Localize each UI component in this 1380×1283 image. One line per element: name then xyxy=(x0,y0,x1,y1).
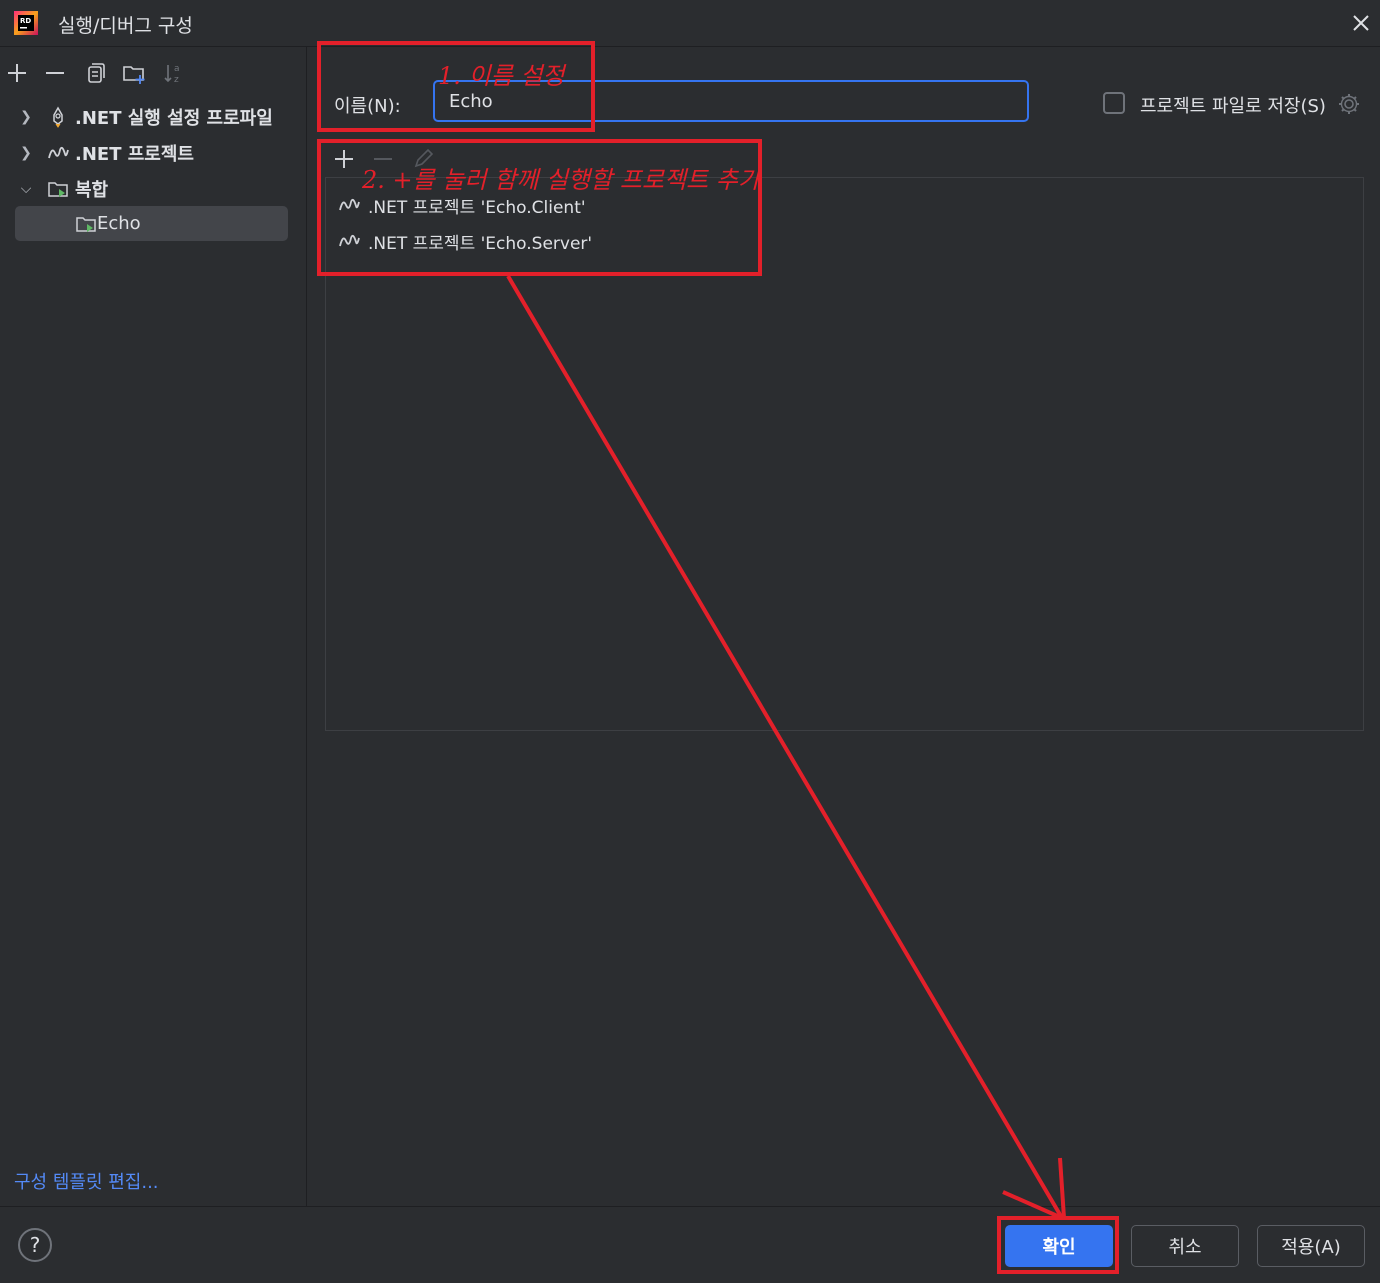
tree-item-dotnet-project[interactable]: ❯ .NET 프로젝트 xyxy=(15,135,288,171)
svg-text:z: z xyxy=(174,75,179,85)
logo-text: RD xyxy=(20,17,31,25)
remove-icon[interactable] xyxy=(42,60,68,86)
tree-item-compound[interactable]: ⌵ 복합 xyxy=(15,171,288,207)
store-as-project-file-checkbox[interactable] xyxy=(1103,92,1125,114)
help-button[interactable]: ? xyxy=(18,1228,52,1262)
svg-text:a: a xyxy=(174,64,180,74)
tree-item-label: .NET 실행 설정 프로파일 xyxy=(75,108,273,129)
annotation-step2: 2. +를 눌러 함께 실행할 프로젝트 추가 xyxy=(362,166,760,194)
chevron-down-icon[interactable]: ⌵ xyxy=(15,181,37,197)
tree-item-label: .NET 프로젝트 xyxy=(75,144,194,165)
tree-item-echo[interactable]: Echo xyxy=(15,206,288,241)
tree-item-label: 복합 xyxy=(75,180,109,201)
edit-templates-link[interactable]: 구성 템플릿 편집... xyxy=(14,1168,159,1194)
cancel-button[interactable]: 취소 xyxy=(1131,1225,1239,1267)
store-as-project-file-label[interactable]: 프로젝트 파일로 저장(S) xyxy=(1140,92,1326,118)
chevron-right-icon[interactable]: ❯ xyxy=(15,145,37,161)
new-folder-icon[interactable] xyxy=(121,60,147,86)
tree-item-label: Echo xyxy=(97,213,141,234)
gear-icon[interactable] xyxy=(1336,91,1362,117)
rider-logo-icon: RD xyxy=(14,11,38,35)
compound-folder-icon xyxy=(48,182,68,197)
add-icon[interactable] xyxy=(4,60,30,86)
launch-settings-icon xyxy=(53,106,63,128)
sort-icon[interactable]: a z xyxy=(161,60,187,86)
apply-button[interactable]: 적용(A) xyxy=(1257,1225,1365,1267)
annotation-box-ok xyxy=(997,1216,1119,1274)
chevron-right-icon[interactable]: ❯ xyxy=(15,109,37,125)
title-bar xyxy=(0,0,1380,47)
annotation-step1: 1. 이름 설정 xyxy=(438,62,565,90)
window-title: 실행/디버그 구성 xyxy=(58,15,193,37)
compound-run-icon xyxy=(76,216,96,232)
tree-item-launch-settings[interactable]: ❯ .NET 실행 설정 프로파일 xyxy=(15,99,288,135)
copy-icon[interactable] xyxy=(82,60,108,86)
dotnet-icon xyxy=(48,146,69,159)
close-icon[interactable] xyxy=(1346,8,1376,38)
